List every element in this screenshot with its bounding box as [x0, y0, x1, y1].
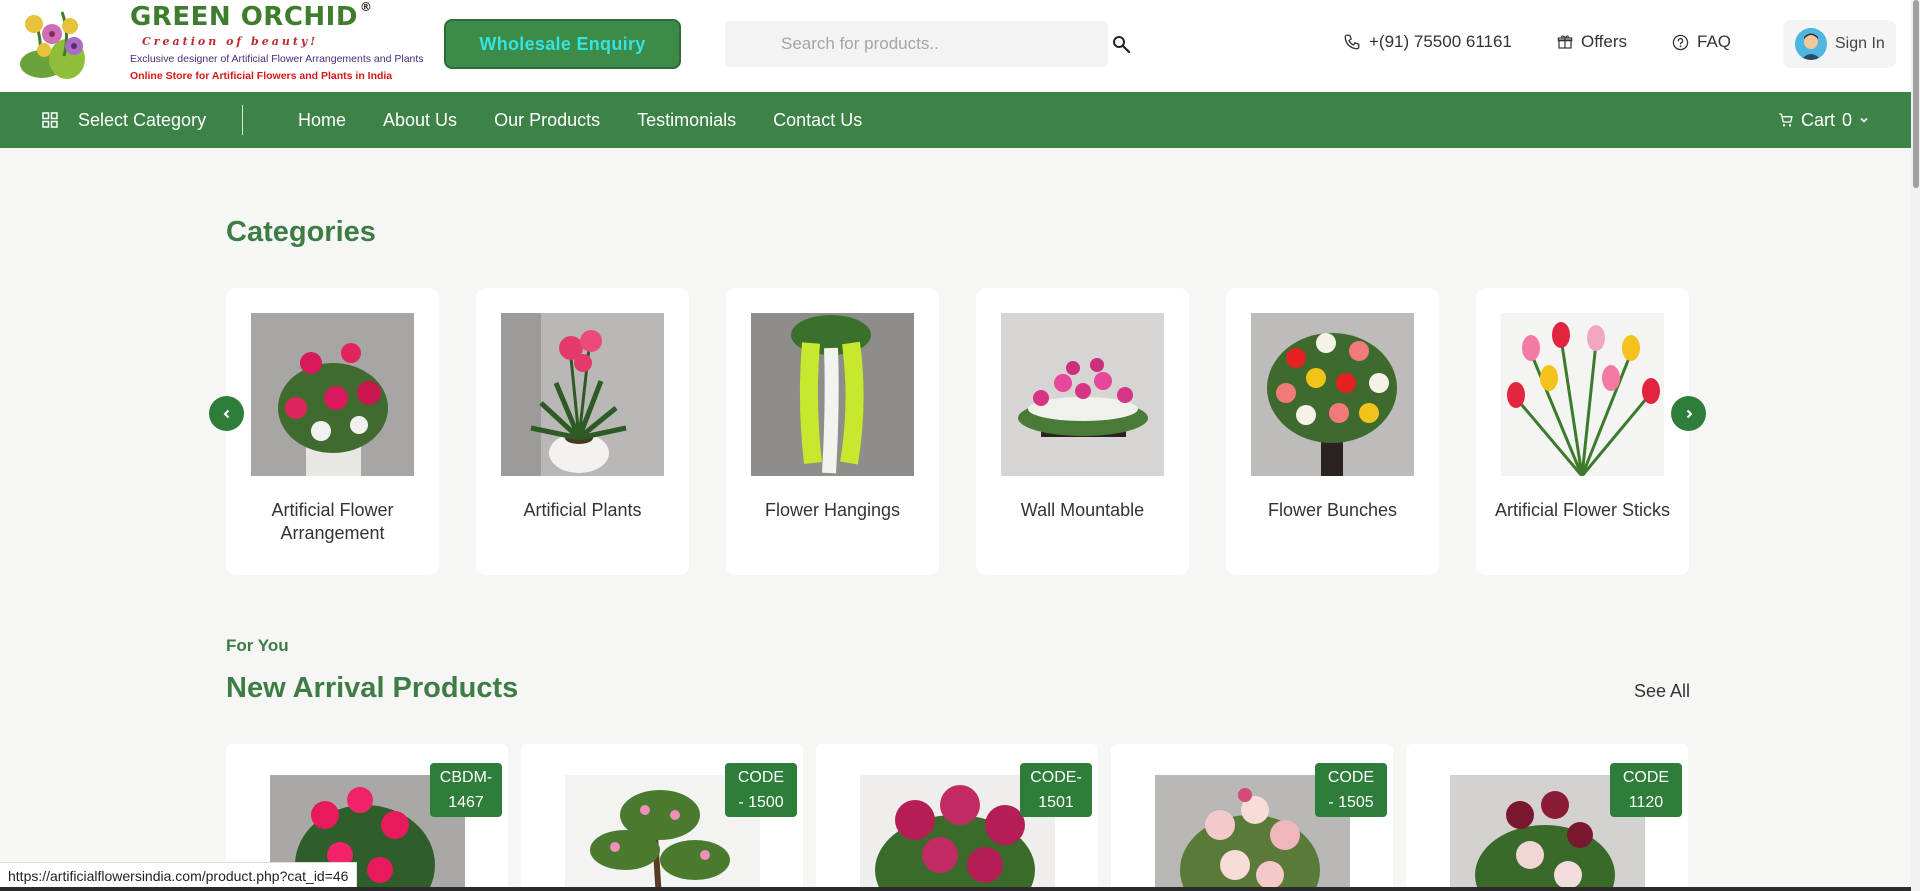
phone-number: +(91) 75500 61161 [1369, 32, 1512, 51]
gift-icon [1557, 35, 1573, 49]
category-card-artificial-plants[interactable]: Artificial Plants [476, 288, 689, 575]
carousel-next-button[interactable] [1671, 396, 1706, 431]
chevron-right-icon [1686, 409, 1692, 418]
brand-subtitle: Exclusive designer of Artificial Flower … [130, 53, 424, 65]
cart-icon [1779, 113, 1793, 127]
phone-contact[interactable]: +(91) 75500 61161 [1343, 32, 1512, 52]
nav-divider [242, 105, 243, 135]
main-nav: Select Category Home About Us Our Produc… [0, 92, 1920, 148]
category-name: Flower Hangings [764, 500, 901, 520]
grid-icon [42, 112, 58, 128]
for-you-eyebrow: For You [226, 636, 289, 655]
status-bar-url: https://artificialflowersindia.com/produ… [0, 862, 358, 889]
see-all-link[interactable]: See All [1634, 681, 1690, 702]
search-input[interactable] [725, 21, 1108, 67]
nav-links: Home About Us Our Products Testimonials … [298, 92, 899, 148]
product-code-badge: CBDM- 1467 [430, 763, 502, 817]
nav-home[interactable]: Home [298, 110, 346, 131]
brand-tagline: Creation of beauty! [142, 35, 319, 48]
offers-link[interactable]: Offers [1557, 32, 1627, 52]
product-card[interactable]: CODE - 1500 [521, 744, 803, 891]
carousel-prev-button[interactable] [209, 396, 244, 431]
category-name: Flower Bunches [1267, 500, 1398, 520]
cart-count: 0 [1842, 109, 1853, 130]
category-name: Artificial Flower Sticks [1494, 500, 1671, 520]
new-arrivals-heading: New Arrival Products [226, 672, 519, 704]
brand-name: GREEN ORCHID ® [130, 0, 373, 32]
orchid-logo-icon [12, 4, 98, 90]
sign-in-button[interactable]: Sign In [1783, 20, 1896, 68]
product-code-badge: CODE- 1501 [1020, 763, 1092, 817]
product-card[interactable]: CODE 1120 [1406, 744, 1688, 891]
category-card-artificial-flower-arrangement[interactable]: Artificial Flower Arrangement [226, 288, 439, 575]
question-circle-icon [1672, 34, 1689, 50]
cart-label: Cart [1801, 109, 1836, 130]
cart-button[interactable]: Cart 0 [1778, 92, 1869, 148]
product-code-badge: CODE - 1500 [725, 763, 797, 817]
category-image [751, 313, 914, 476]
chevron-left-icon [223, 409, 229, 418]
nav-testimonials[interactable]: Testimonials [637, 110, 736, 131]
user-avatar-icon [1795, 28, 1827, 60]
category-image [501, 313, 664, 476]
categories-heading: Categories [226, 216, 376, 248]
product-card[interactable]: CODE - 1505 [1111, 744, 1393, 891]
site-logo[interactable]: GREEN ORCHID ® Creation of beauty! Exclus… [12, 0, 432, 90]
search-icon[interactable] [1111, 34, 1131, 54]
category-card-wall-mountable[interactable]: Wall Mountable [976, 288, 1189, 575]
offers-label: Offers [1581, 32, 1627, 51]
chevron-down-icon [1860, 117, 1868, 123]
phone-icon [1344, 34, 1360, 50]
nav-about-us[interactable]: About Us [383, 110, 457, 131]
wholesale-enquiry-button[interactable]: Wholesale Enquiry [444, 19, 681, 69]
nav-contact-us[interactable]: Contact Us [773, 110, 862, 131]
product-code-badge: CODE 1120 [1610, 763, 1682, 817]
category-card-flower-bunches[interactable]: Flower Bunches [1226, 288, 1439, 575]
category-image [1001, 313, 1164, 476]
top-header: GREEN ORCHID ® Creation of beauty! Exclus… [0, 0, 1920, 92]
faq-link[interactable]: FAQ [1672, 32, 1731, 52]
category-image [1251, 313, 1414, 476]
category-card-flower-hangings[interactable]: Flower Hangings [726, 288, 939, 575]
category-name: Wall Mountable [1020, 500, 1145, 520]
category-name: Artificial Flower Arrangement [271, 500, 394, 543]
scrollbar-thumb[interactable] [1913, 0, 1919, 188]
category-image [1501, 313, 1664, 476]
brand-store-line: Online Store for Artificial Flowers and … [130, 70, 393, 82]
category-name: Artificial Plants [523, 500, 642, 520]
select-category-button[interactable]: Select Category [42, 92, 206, 148]
category-card-artificial-flower-sticks[interactable]: Artificial Flower Sticks [1476, 288, 1689, 575]
sign-in-label: Sign In [1835, 35, 1885, 52]
product-card[interactable]: CODE- 1501 [816, 744, 1098, 891]
window-bottom-edge [0, 887, 1920, 891]
product-code-badge: CODE - 1505 [1315, 763, 1387, 817]
select-category-label: Select Category [78, 109, 207, 130]
nav-our-products[interactable]: Our Products [494, 110, 600, 131]
category-image [251, 313, 414, 476]
faq-label: FAQ [1697, 32, 1732, 51]
